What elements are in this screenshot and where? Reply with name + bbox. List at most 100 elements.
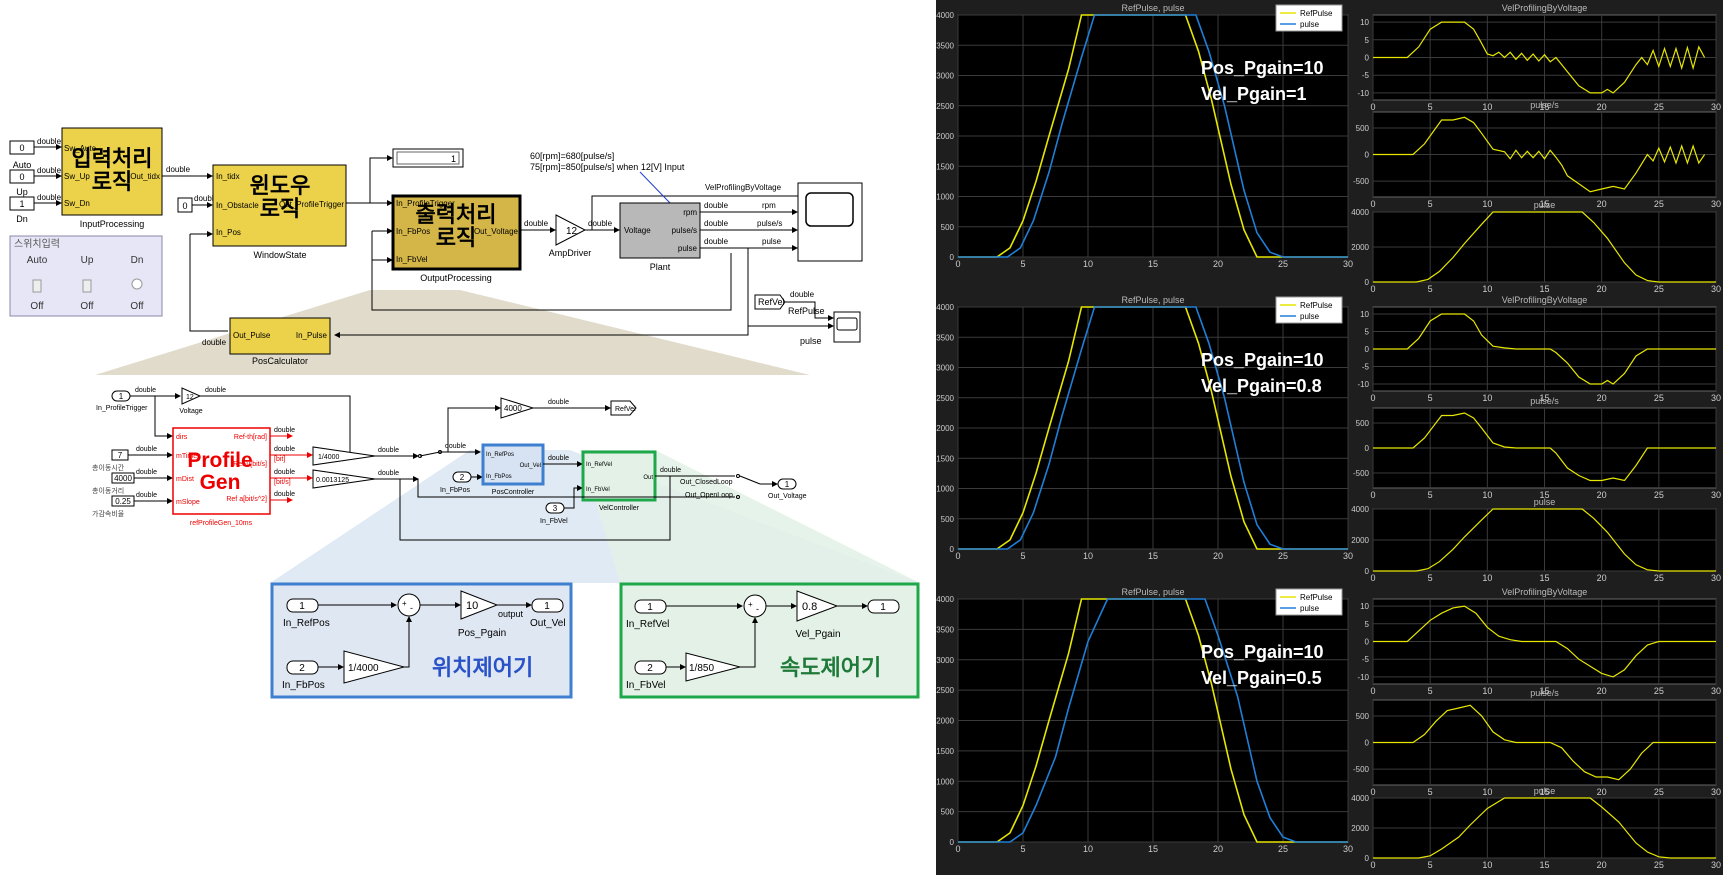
- x-tick-label: 5: [1020, 259, 1025, 269]
- y-tick-label: 500: [1356, 124, 1370, 133]
- plot-title: pulse: [1534, 497, 1556, 507]
- x-tick-label: 20: [1213, 551, 1223, 561]
- in-profile-trigger-port[interactable]: 1 In_ProfileTrigger: [96, 390, 148, 412]
- output-processing-block[interactable]: In_ProfileTrigger In_FbPos In_FbVel Out_…: [391, 194, 522, 283]
- x-tick-label: 10: [1482, 860, 1492, 870]
- scope-plot-12: 0 5 10 15 20 25 30 4000 2000 0 pulse: [1351, 786, 1721, 870]
- svg-text:pulse/s: pulse/s: [757, 219, 782, 228]
- x-tick-label: 15: [1148, 844, 1158, 854]
- svg-text:In_Obstacle: In_Obstacle: [216, 201, 259, 210]
- pos-sum: + -: [397, 593, 421, 617]
- x-tick-label: 10: [1482, 686, 1492, 696]
- svg-text:1: 1: [119, 392, 124, 401]
- x-tick-label: 25: [1654, 787, 1664, 797]
- gain-0-0013[interactable]: 0.0013125: [312, 469, 376, 489]
- y-tick-label: -10: [1357, 89, 1369, 98]
- obstacle-const[interactable]: 0: [177, 197, 193, 213]
- input-up[interactable]: 0 Up: [9, 169, 35, 197]
- input-dn[interactable]: 1 Dn: [9, 196, 35, 224]
- out-voltage-port[interactable]: 1 Out_Voltage: [768, 478, 807, 500]
- svg-text:mDist: mDist: [176, 476, 194, 483]
- svg-text:double: double: [274, 427, 295, 434]
- y-tick-label: 4000: [1351, 794, 1369, 803]
- vel-out-port[interactable]: 1: [867, 599, 900, 614]
- svg-text:10: 10: [466, 600, 478, 612]
- svg-text:1: 1: [19, 199, 24, 209]
- voltage-gain[interactable]: 12 Voltage: [179, 387, 203, 415]
- svg-text:1: 1: [451, 154, 456, 164]
- svg-text:pulse: pulse: [800, 336, 822, 346]
- svg-text:In_ProfileTrigger: In_ProfileTrigger: [96, 405, 148, 412]
- svg-text:총이동시간: 총이동시간: [92, 463, 125, 472]
- svg-text:12: 12: [186, 394, 194, 401]
- svg-text:4000: 4000: [114, 474, 132, 483]
- x-tick-label: 20: [1597, 102, 1607, 112]
- y-tick-label: 4000: [936, 11, 954, 20]
- small-scope[interactable]: [833, 311, 861, 343]
- x-tick-label: 10: [1482, 490, 1492, 500]
- svg-text:pulse: pulse: [762, 237, 782, 246]
- pos-controller-block[interactable]: In_RefPos In_FbPos Out_Vel PosController: [481, 443, 545, 496]
- profile-gen-block[interactable]: dirs mTime mDist mSlope Ref-th[rad] Ref-…: [172, 427, 271, 527]
- svg-text:총이동거리: 총이동거리: [92, 486, 124, 495]
- svg-text:double: double: [704, 201, 729, 210]
- scope-block[interactable]: [797, 182, 863, 262]
- svg-text:In_FbVel: In_FbVel: [540, 518, 568, 525]
- y-tick-label: 1000: [936, 777, 954, 786]
- x-tick-label: 5: [1020, 844, 1025, 854]
- svg-text:double: double: [548, 455, 569, 462]
- x-tick-label: 25: [1654, 102, 1664, 112]
- input-auto[interactable]: 0 Auto: [9, 140, 35, 170]
- switch-dn[interactable]: Dn Off: [130, 255, 143, 312]
- x-tick-label: 10: [1083, 844, 1093, 854]
- x-tick-label: 0: [1370, 393, 1375, 403]
- y-tick-label: -10: [1357, 380, 1369, 389]
- x-tick-label: 20: [1597, 860, 1607, 870]
- y-tick-label: 1000: [936, 485, 954, 494]
- svg-text:double: double: [37, 193, 62, 202]
- y-tick-label: 2000: [936, 717, 954, 726]
- svg-text:In_RefPos: In_RefPos: [283, 618, 330, 629]
- x-tick-label: 30: [1711, 284, 1721, 294]
- y-tick-label: 3000: [936, 72, 954, 81]
- gain-4000[interactable]: 4000: [500, 397, 535, 419]
- svg-text:[bit]: [bit]: [274, 456, 285, 463]
- y-tick-label: 5: [1365, 328, 1370, 337]
- window-state-block[interactable]: In_tidx In_Obstacle In_Pos Out_ProfileTr…: [212, 164, 347, 260]
- svg-text:In_FbPos: In_FbPos: [396, 227, 430, 236]
- plant-block[interactable]: Voltage rpm pulse/s pulse Plant: [619, 202, 701, 272]
- gain-1-4000[interactable]: 1/4000: [312, 446, 376, 466]
- x-tick-label: 20: [1213, 844, 1223, 854]
- svg-text:In_tidx: In_tidx: [216, 172, 240, 181]
- svg-text:Plant: Plant: [650, 262, 671, 272]
- x-tick-label: 5: [1428, 787, 1433, 797]
- x-tick-label: 10: [1083, 551, 1093, 561]
- x-tick-label: 20: [1597, 284, 1607, 294]
- svg-text:double: double: [274, 491, 295, 498]
- gain-annotation: Vel_Pgain=0.8: [1201, 376, 1322, 396]
- svg-text:PosController: PosController: [492, 489, 535, 496]
- legend-label: RefPulse: [1300, 9, 1333, 18]
- x-tick-label: 20: [1597, 573, 1607, 583]
- svg-text:1: 1: [544, 601, 550, 612]
- scope-plot-4: 0 5 10 15 20 25 30 4000 2000 0 pulse: [1351, 200, 1721, 294]
- svg-text:RefPulse: RefPulse: [788, 306, 825, 316]
- svg-text:1: 1: [299, 601, 305, 612]
- const-accel-ratio[interactable]: 0.25 가감속비율: [92, 495, 135, 518]
- x-tick-label: 0: [1370, 686, 1375, 696]
- const-move-dist[interactable]: 4000 총이동거리: [92, 472, 135, 495]
- svg-text:Sw_Up: Sw_Up: [64, 172, 90, 181]
- input-processing-block[interactable]: Sw_Auto Sw_Up Sw_Dn Out_tidx 입력처리 로직 Inpu…: [61, 127, 163, 229]
- x-tick-label: 5: [1428, 573, 1433, 583]
- plot-title: VelProfilingByVoltage: [1502, 295, 1588, 305]
- y-tick-label: -5: [1362, 655, 1370, 664]
- x-tick-label: 10: [1482, 284, 1492, 294]
- svg-text:1: 1: [880, 602, 886, 613]
- amp-driver-gain[interactable]: 12 AmpDriver: [549, 214, 592, 258]
- plot-title: pulse/s: [1530, 396, 1559, 406]
- x-tick-label: 5: [1428, 284, 1433, 294]
- const-move-time[interactable]: 7 총이동시간: [92, 449, 129, 472]
- y-tick-label: 2000: [1351, 243, 1369, 252]
- svg-text:Auto: Auto: [27, 255, 48, 266]
- svg-text:In_FbVel: In_FbVel: [586, 487, 610, 493]
